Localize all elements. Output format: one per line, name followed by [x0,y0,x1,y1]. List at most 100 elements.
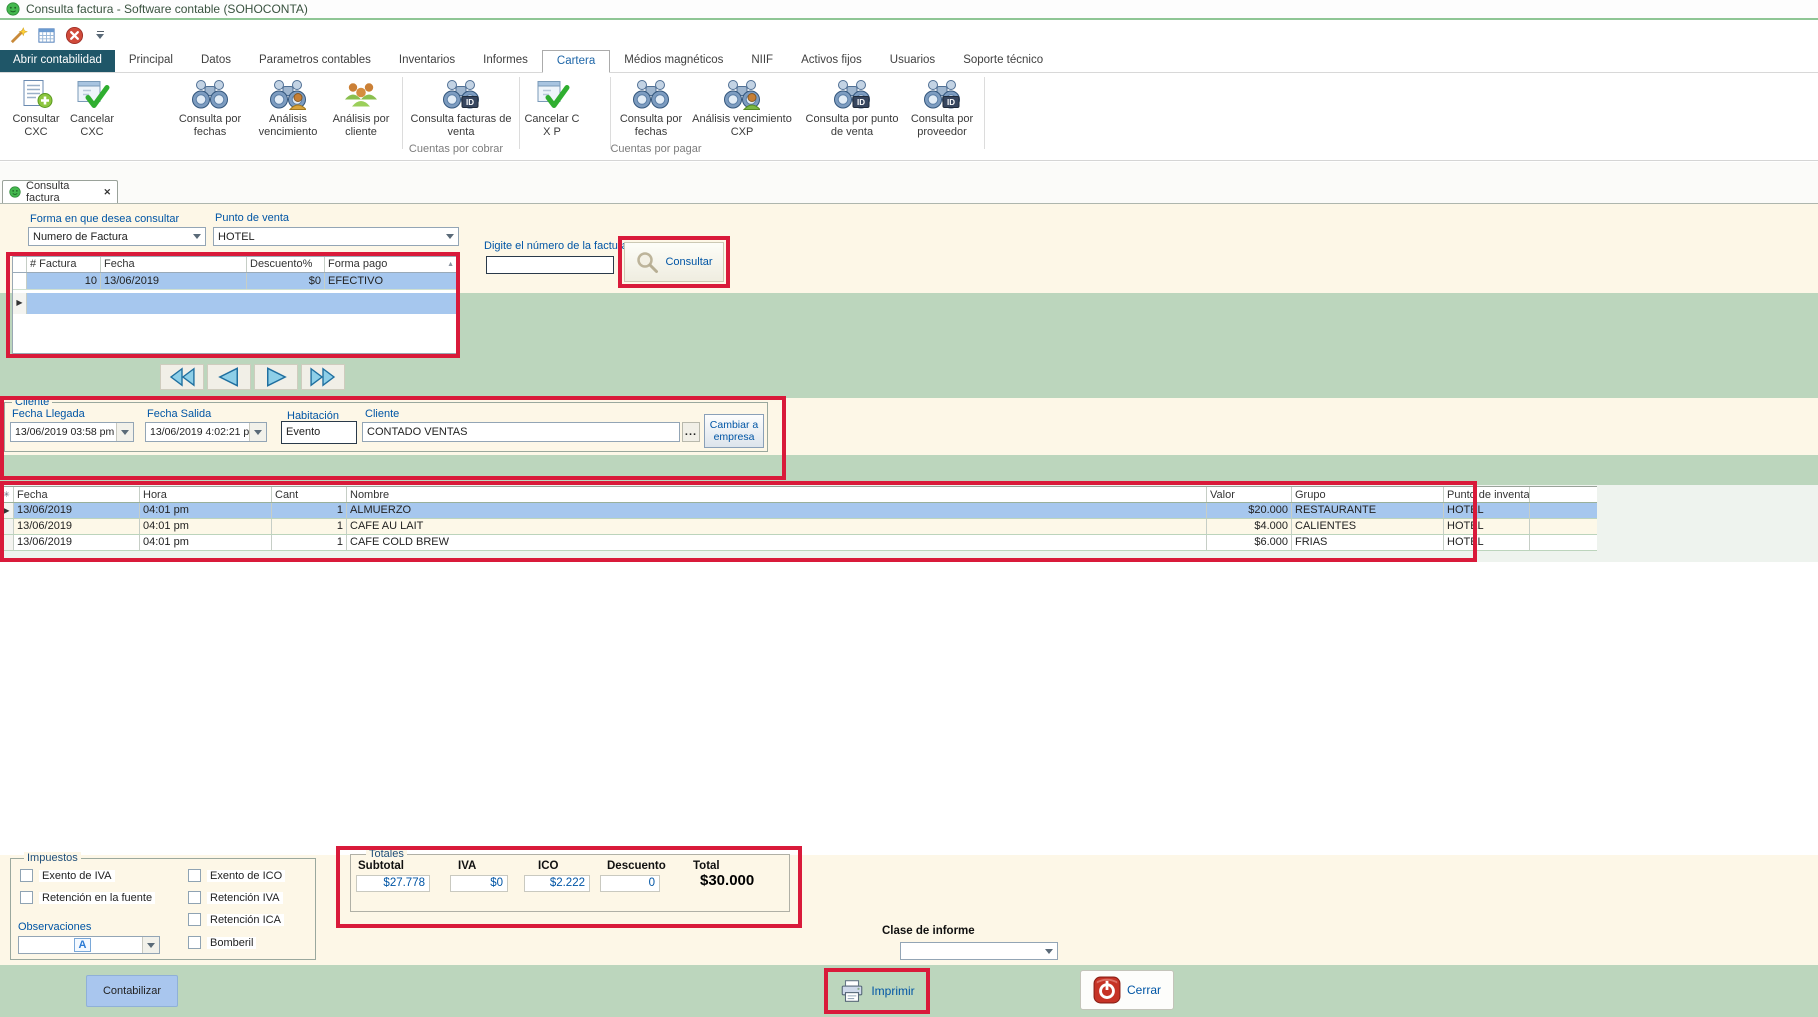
tab-soporte-tecnico[interactable]: Soporte técnico [949,50,1057,72]
tab-abrir-contabilidad[interactable]: Abrir contabilidad [0,50,115,72]
checkbox-retencion-fuente[interactable]: Retención en la fuente [20,891,155,904]
column-header-valor[interactable]: Valor [1207,487,1292,502]
tab-medios-magneticos[interactable]: Médios magnéticos [610,50,737,72]
ribbon-button-consulta-proveedor[interactable]: Consulta por proveedor [900,78,984,138]
cell-valor: $6.000 [1207,535,1292,550]
dropdown-button[interactable] [189,228,205,245]
wizard-button[interactable] [8,25,28,45]
sort-ascending-icon[interactable]: ▲ [447,257,454,272]
ribbon-button-consulta-punto-venta[interactable]: Consulta por punto de venta [804,78,900,138]
dropdown-button[interactable] [1041,943,1057,959]
detail-row[interactable]: 13/06/2019 04:01 pm 1 CAFE COLD BREW $6.… [0,535,1597,551]
checkbox-retencion-iva[interactable]: Retención IVA [188,891,283,904]
chevron-down-icon [147,943,155,948]
tab-informes[interactable]: Informes [469,50,542,72]
cell-forma-pago: EFECTIVO [325,273,457,289]
letter-a-icon: A [74,938,92,952]
checkbox-exento-iva[interactable]: Exento de IVA [20,869,115,882]
nav-next-button[interactable] [254,364,298,390]
ribbon-button-cancelar-cxc[interactable]: Cancelar CXC [64,78,120,138]
column-header-descuento[interactable]: Descuento% [247,257,325,272]
nav-first-button[interactable] [160,364,204,390]
cell-nombre: CAFE COLD BREW [347,535,1207,550]
cliente-label: Cliente [365,408,399,420]
close-tab-icon[interactable]: ✕ [103,187,111,198]
numero-factura-input[interactable] [486,256,614,274]
cambiar-empresa-button[interactable]: Cambiar a empresa [704,414,764,448]
column-header-hora[interactable]: Hora [140,487,272,502]
detail-row-selected[interactable]: ▶ 13/06/2019 04:01 pm 1 ALMUERZO $20.000… [0,503,1597,519]
cliente-browse-button[interactable]: ... [682,422,700,442]
tab-niif[interactable]: NIIF [737,50,787,72]
dropdown-button[interactable] [442,228,458,245]
cell-punto-inventario: HOTEL [1444,503,1530,518]
font-style-icon: A [23,938,142,952]
checkbox-bomberil[interactable]: Bomberil [188,936,256,949]
clase-informe-select[interactable] [900,942,1058,960]
fecha-llegada-picker[interactable]: 13/06/2019 03:58 pm [10,422,134,442]
nav-last-button[interactable] [301,364,345,390]
calendar-button[interactable] [36,25,56,45]
invoice-row-selected[interactable]: 10 13/06/2019 $0 EFECTIVO [13,273,457,290]
tab-parametros-contables[interactable]: Parametros contables [245,50,385,72]
dropdown-button[interactable] [116,423,133,441]
cell-fecha: 13/06/2019 [14,519,140,534]
dropdown-button[interactable] [249,423,266,441]
customize-toolbar-button[interactable] [96,31,104,39]
observaciones-select[interactable]: A [18,936,160,954]
column-header-factura[interactable]: # Factura [27,257,101,272]
calendar-icon [37,26,56,45]
checkbox-retencion-ica[interactable]: Retención ICA [188,913,284,926]
forma-consulta-select[interactable]: Numero de Factura [28,227,206,246]
punto-venta-select[interactable]: HOTEL [213,227,459,246]
tab-inventarios[interactable]: Inventarios [385,50,469,72]
dropdown-button[interactable] [142,937,159,953]
column-header-grupo[interactable]: Grupo [1292,487,1444,502]
ribbon-button-consulta-por-fechas-cxc[interactable]: Consulta por fechas [178,78,242,138]
column-header-cant[interactable]: Cant [272,487,347,502]
tab-principal[interactable]: Principal [115,50,187,72]
checkbox-label: Retención ICA [207,914,284,926]
imprimir-button[interactable]: Imprimir [830,972,924,1010]
nav-previous-button[interactable] [207,364,251,390]
descuento-label: Descuento [607,860,666,872]
invoice-row-current-empty[interactable]: ▶ [13,293,457,314]
habitacion-input[interactable]: Evento [281,421,357,444]
subtotal-label: Subtotal [358,860,404,872]
cliente-input[interactable]: CONTADO VENTAS [362,422,680,442]
fecha-salida-picker[interactable]: 13/06/2019 4:02:21 p. [145,422,267,442]
consultar-button[interactable]: Consultar [624,242,724,282]
column-header-punto-inventario[interactable]: Punto de inventario [1444,487,1530,502]
tab-activos-fijos[interactable]: Activos fijos [787,50,876,72]
cerrar-button[interactable]: Cerrar [1080,970,1174,1010]
ribbon-button-consultar-cxc[interactable]: Consultar CXC [8,78,64,138]
close-app-button[interactable] [64,25,84,45]
tab-cartera[interactable]: Cartera [542,50,610,73]
column-header-nombre[interactable]: Nombre [347,487,1207,502]
current-row-marker-icon: ▶ [0,503,14,518]
column-header-fecha[interactable]: Fecha [14,487,140,502]
ribbon-button-analisis-vencimiento[interactable]: Análisis vencimiento [250,78,326,138]
checkbox-exento-ico[interactable]: Exento de ICO [188,869,285,882]
cell-nombre: ALMUERZO [347,503,1207,518]
ribbon-button-analisis-por-cliente[interactable]: Análisis por cliente [326,78,396,138]
column-header-fecha[interactable]: Fecha [101,257,247,272]
tab-usuarios[interactable]: Usuarios [876,50,949,72]
document-tab-consulta-factura[interactable]: Consulta factura ✕ [2,180,118,203]
close-red-icon [65,26,84,45]
ribbon-button-cancelar-cxp[interactable]: Cancelar C X P [524,78,580,138]
tab-datos[interactable]: Datos [187,50,245,72]
punto-venta-label: Punto de venta [215,212,289,224]
ribbon-button-consulta-facturas-venta[interactable]: Consulta facturas de venta [407,78,515,138]
ribbon-tab-bar: Abrir contabilidad Principal Datos Param… [0,50,1818,73]
ribbon-button-consulta-por-fechas-cxp[interactable]: Consulta por fechas [618,78,684,138]
binoculars-id-icon [443,78,479,111]
detail-row[interactable]: 13/06/2019 04:01 pm 1 CAFE AU LAIT $4.00… [0,519,1597,535]
cell-grupo: RESTAURANTE [1292,503,1444,518]
punto-venta-value: HOTEL [218,231,442,243]
cell-fecha: 13/06/2019 [14,535,140,550]
column-header-forma-pago[interactable]: Forma pago ▲ [325,257,457,272]
contabilizar-button[interactable]: Contabilizar [86,975,178,1007]
window-check-icon [74,78,110,111]
ribbon-button-analisis-vencimiento-cxp[interactable]: Análisis vencimiento CXP [686,78,798,138]
